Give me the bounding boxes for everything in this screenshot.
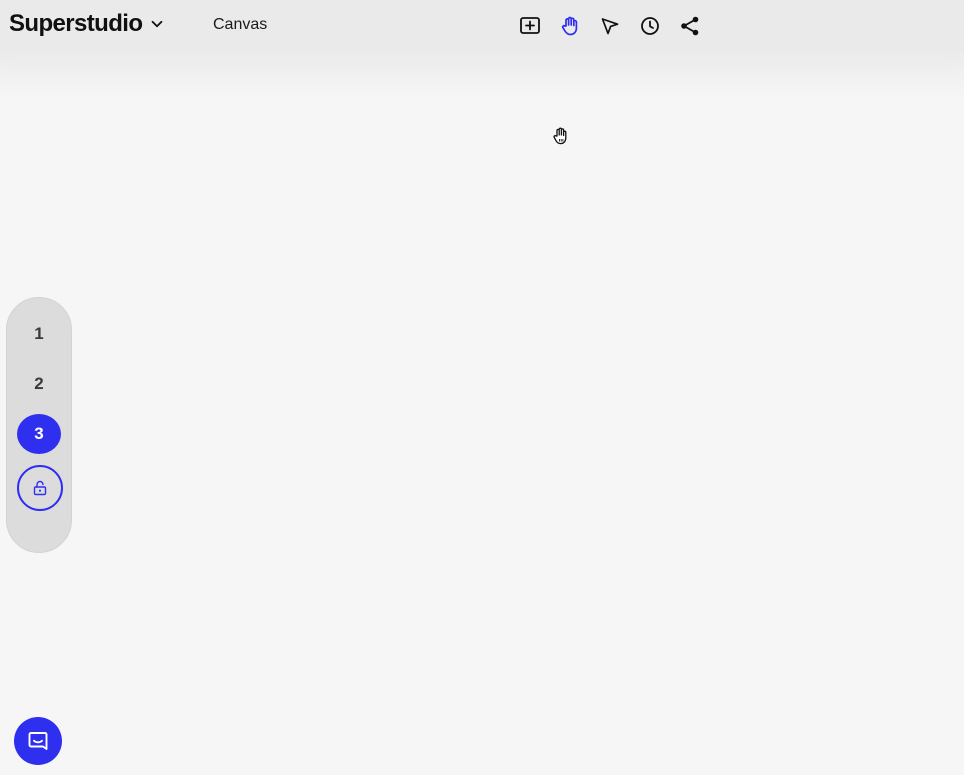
share-button[interactable] (676, 12, 704, 40)
page-switcher: 1 2 3 (6, 297, 72, 553)
lock-toggle-button[interactable] (17, 465, 63, 511)
top-bar: Superstudio Canvas (0, 0, 964, 52)
select-tool-button[interactable] (596, 12, 624, 40)
hand-cursor-icon (551, 126, 571, 146)
page-button-3-active[interactable]: 3 (17, 414, 61, 454)
unlock-icon (33, 480, 47, 496)
brand-menu[interactable]: Superstudio (9, 10, 164, 38)
app-root: Superstudio Canvas 1 2 3 (0, 0, 964, 775)
hand-tool-button[interactable] (556, 12, 584, 40)
hand-icon (561, 16, 578, 36)
share-icon (681, 16, 699, 36)
header-shadow (0, 52, 964, 100)
canvas-toolbar (516, 12, 716, 40)
add-frame-button[interactable] (516, 12, 544, 40)
history-button[interactable] (636, 12, 664, 40)
chat-icon (28, 732, 48, 750)
project-title[interactable]: Canvas (213, 15, 267, 35)
chevron-down-icon (150, 17, 164, 31)
page-button-2[interactable]: 2 (17, 364, 61, 404)
page-button-1[interactable]: 1 (17, 314, 61, 354)
brand-logo: Superstudio (9, 10, 143, 37)
clock-icon (641, 17, 659, 35)
pointer-icon (601, 18, 619, 35)
chat-support-button[interactable] (14, 717, 62, 765)
plus-square-icon (520, 17, 540, 34)
